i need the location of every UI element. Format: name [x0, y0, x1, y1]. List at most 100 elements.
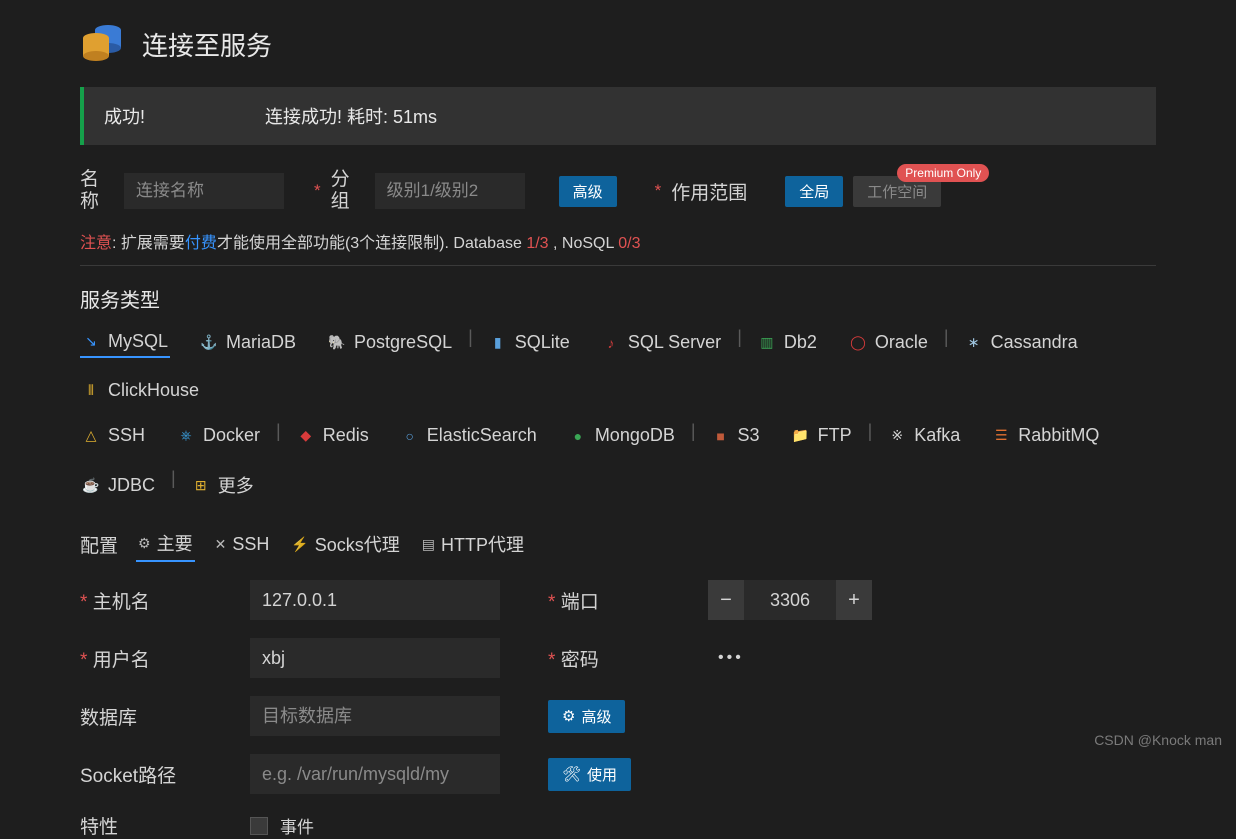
service-ssh[interactable]: △SSH — [80, 421, 147, 450]
service-db2[interactable]: ▥Db2 — [756, 327, 819, 358]
mariadb-icon: ⚓ — [200, 334, 218, 352]
service-label: Db2 — [784, 332, 817, 353]
password-label: * 密码 — [548, 645, 708, 672]
tab-http[interactable]: ▤ HTTP代理 — [420, 526, 526, 562]
host-label: * 主机名 — [80, 587, 250, 614]
database-icon — [80, 20, 124, 69]
service-label: Cassandra — [991, 332, 1078, 353]
tab-main[interactable]: ⚙ 主要 — [136, 526, 195, 562]
database-label: 数据库 — [80, 703, 250, 730]
socks-icon: ⚡ — [291, 536, 308, 553]
service-label: Oracle — [875, 332, 928, 353]
postgresql-icon: 🐘 — [328, 334, 346, 352]
rabbitmq-icon: ☰ — [992, 427, 1010, 445]
service-ftp[interactable]: 📁FTP — [790, 421, 854, 450]
gear-icon: ⚙ — [562, 707, 575, 725]
kafka-icon: ※ — [888, 427, 906, 445]
mongodb-icon: ● — [569, 427, 587, 445]
separator: | — [677, 421, 710, 450]
service-row-1: ↘MySQL ⚓ MariaDB 🐘 PostgreSQL | ▮SQLite ♪SQL Se… — [80, 327, 1156, 405]
wrench-icon: 🛠 — [562, 765, 581, 783]
pay-link[interactable]: 付费 — [185, 235, 217, 252]
port-decrement-button[interactable]: − — [708, 580, 744, 620]
service-sql-server[interactable]: ♪SQL Server — [600, 327, 723, 358]
service-mariadb[interactable]: ⚓ MariaDB — [198, 327, 298, 358]
mysql-icon: ↘ — [82, 333, 100, 351]
status-label: 成功! — [104, 103, 145, 129]
redis-icon: ◆ — [297, 427, 315, 445]
separator: | — [262, 421, 295, 450]
service-rabbitmq[interactable]: ☰ RabbitMQ — [990, 421, 1101, 450]
host-input[interactable] — [250, 580, 500, 620]
http-icon: ▤ — [422, 536, 435, 553]
advanced-button[interactable]: 高级 — [559, 176, 617, 207]
connection-name-input[interactable] — [124, 173, 284, 209]
scope-label: 作用范围 — [671, 178, 747, 205]
service-clickhouse[interactable]: ⦀ ClickHouse — [80, 376, 201, 405]
service-label: PostgreSQL — [354, 332, 452, 353]
tab-label: Socks代理 — [315, 531, 400, 557]
service-sqlite[interactable]: ▮SQLite — [487, 327, 572, 358]
group-input[interactable] — [375, 173, 525, 209]
service-label: JDBC — [108, 475, 155, 496]
header: 连接至服务 — [80, 20, 1156, 69]
cassandra-icon: ∗ — [965, 334, 983, 352]
service-postgresql[interactable]: 🐘 PostgreSQL — [326, 327, 454, 358]
port-label: * 端口 — [548, 587, 708, 614]
service-kafka[interactable]: ※ Kafka — [886, 421, 962, 450]
status-bar: 成功! 连接成功! 耗时: 51ms — [80, 87, 1156, 145]
main-icon: ⚙ — [138, 535, 151, 552]
tab-label: 主要 — [157, 530, 193, 556]
service-label: S3 — [738, 425, 760, 446]
service-mongodb[interactable]: ●MongoDB — [567, 421, 677, 450]
docker-icon: ⎈ — [177, 427, 195, 445]
service-label: Docker — [203, 425, 260, 446]
events-label: 事件 — [280, 813, 314, 838]
password-input[interactable]: ••• — [718, 649, 744, 667]
service-type-title: 服务类型 — [80, 284, 1156, 313]
separator: | — [723, 327, 756, 358]
premium-badge: Premium Only — [897, 164, 989, 182]
s3-icon: ■ — [712, 427, 730, 445]
status-message: 连接成功! 耗时: 51ms — [265, 103, 437, 129]
tab-socks[interactable]: ⚡ Socks代理 — [289, 526, 401, 562]
separator: | — [157, 468, 190, 502]
service-label: RabbitMQ — [1018, 425, 1099, 446]
service-cassandra[interactable]: ∗ Cassandra — [963, 327, 1080, 358]
service-elasticsearch[interactable]: ○ElasticSearch — [399, 421, 539, 450]
service-docker[interactable]: ⎈ Docker — [175, 421, 262, 450]
service-oracle[interactable]: ◯ Oracle — [847, 327, 930, 358]
tab-label: HTTP代理 — [441, 531, 524, 557]
更多-icon: ⊞ — [192, 476, 210, 494]
port-increment-button[interactable]: + — [836, 580, 872, 620]
service-label: SSH — [108, 425, 145, 446]
service-redis[interactable]: ◆Redis — [295, 421, 371, 450]
service-s3[interactable]: ■ S3 — [710, 421, 762, 450]
sql-server-icon: ♪ — [602, 334, 620, 352]
socket-use-button[interactable]: 🛠 使用 — [548, 758, 631, 791]
port-stepper[interactable]: − + — [708, 580, 872, 620]
clickhouse-icon: ⦀ — [82, 382, 100, 400]
user-input[interactable] — [250, 638, 500, 678]
service-label: SQLite — [515, 332, 570, 353]
scope-workspace-button[interactable]: 工作空间 Premium Only — [853, 176, 941, 207]
events-checkbox[interactable] — [250, 817, 268, 835]
name-label: 名称 — [80, 169, 114, 213]
database-input[interactable] — [250, 696, 500, 736]
service-label: MariaDB — [226, 332, 296, 353]
service-jdbc[interactable]: ☕JDBC — [80, 468, 157, 502]
database-advanced-button[interactable]: ⚙ 高级 — [548, 700, 625, 733]
service-label: Kafka — [914, 425, 960, 446]
divider — [80, 265, 1156, 266]
port-input[interactable] — [744, 580, 836, 620]
socket-input[interactable] — [250, 754, 500, 794]
notice-text: 注意: 扩展需要付费才能使用全部功能(3个连接限制). Database 1/3… — [80, 229, 1156, 253]
service-更多[interactable]: ⊞更多 — [190, 468, 256, 502]
oracle-icon: ◯ — [849, 334, 867, 352]
service-label: ClickHouse — [108, 380, 199, 401]
user-label: * 用户名 — [80, 645, 250, 672]
scope-global-button[interactable]: 全局 — [785, 176, 843, 207]
service-mysql[interactable]: ↘MySQL — [80, 327, 170, 358]
ssh-icon: ✕ — [215, 536, 227, 553]
tab-ssh[interactable]: ✕SSH — [213, 526, 272, 562]
